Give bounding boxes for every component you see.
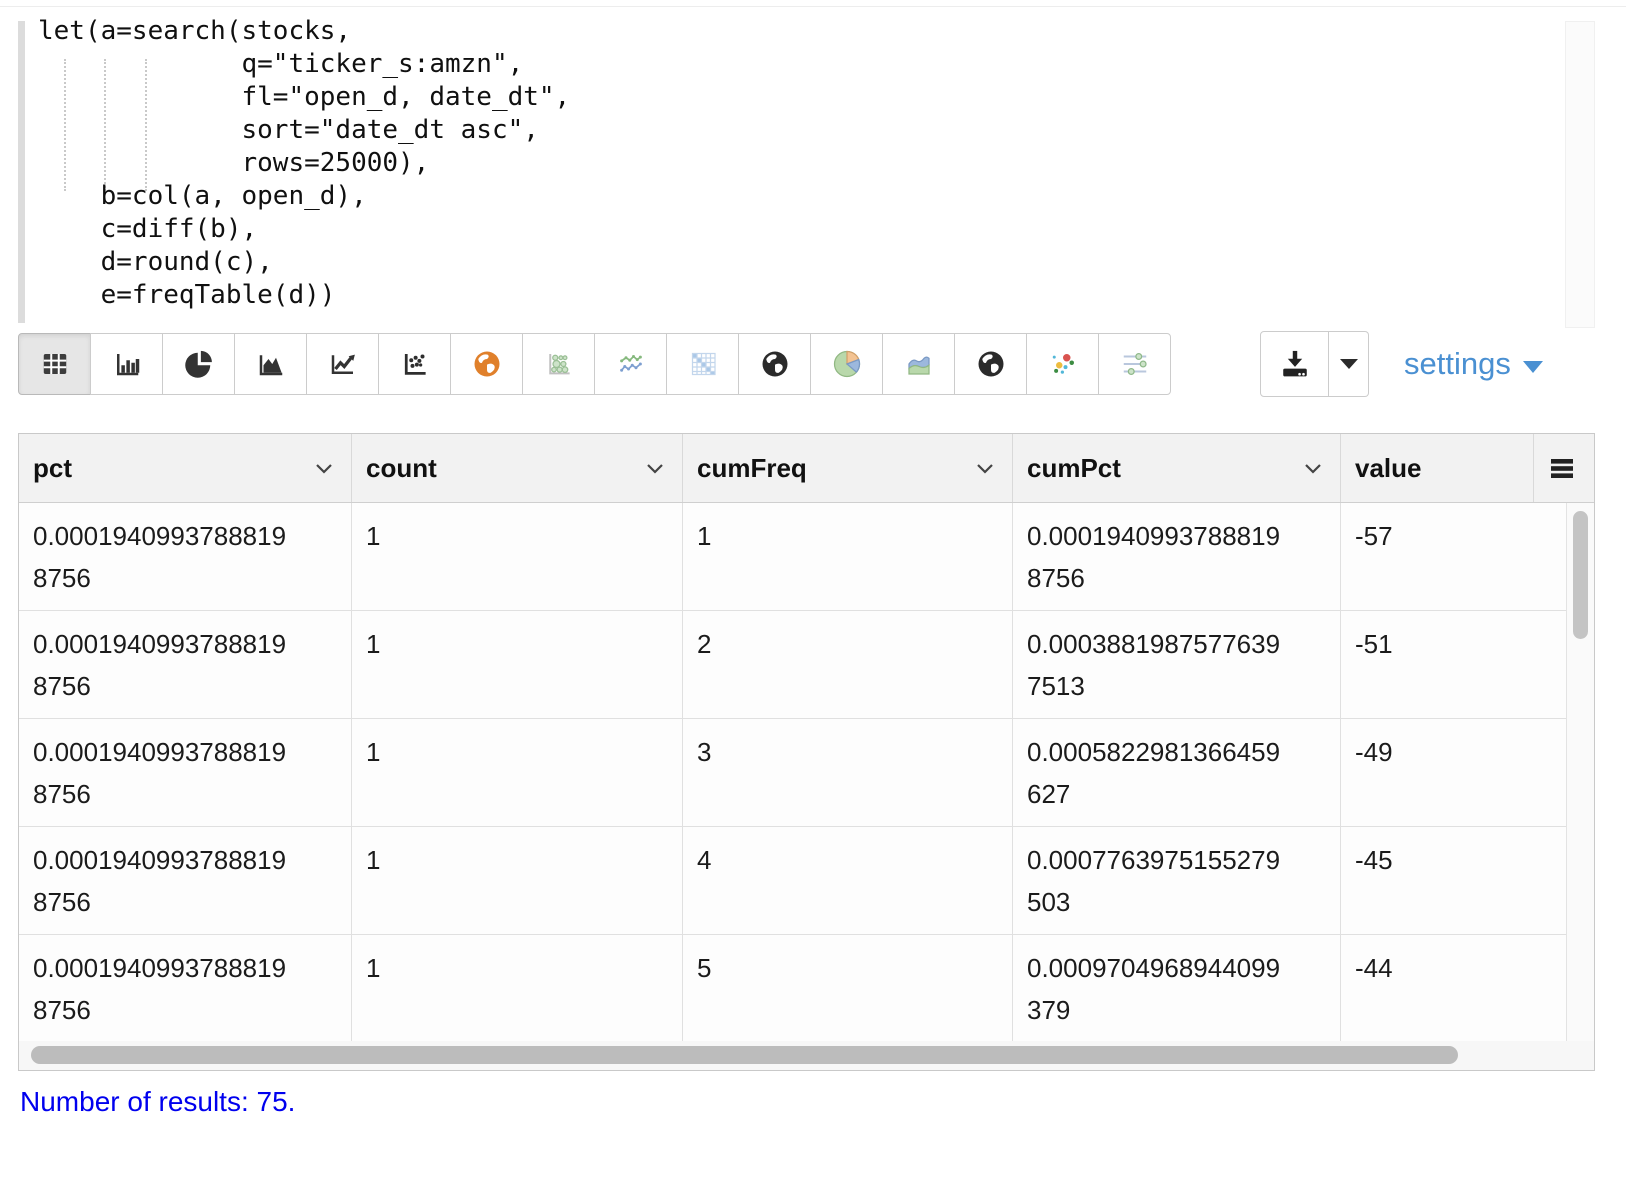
- cell-cumpct: 0.0005822981366459627: [1013, 719, 1341, 826]
- area-chart-button[interactable]: [234, 333, 307, 395]
- cell-count: 1: [352, 935, 683, 1041]
- table-body: 0.00019409937888198756 1 1 0.00019409937…: [19, 503, 1594, 1041]
- cell-pct: 0.00019409937888198756: [19, 719, 352, 826]
- scatter-colored-button[interactable]: [1026, 333, 1099, 395]
- download-options-button[interactable]: [1329, 331, 1369, 397]
- heatmap-button[interactable]: [666, 333, 739, 395]
- pie-chart-button[interactable]: [162, 333, 235, 395]
- editor-scrollbar-track[interactable]: [1565, 21, 1595, 328]
- bubble-chart-icon: [543, 349, 575, 379]
- area-chart-pastel-button[interactable]: [882, 333, 955, 395]
- vertical-scrollbar-thumb[interactable]: [1573, 511, 1588, 639]
- settings-toggle[interactable]: settings: [1404, 344, 1543, 384]
- column-label: count: [366, 453, 437, 484]
- cell-cumfreq: 4: [683, 827, 1013, 934]
- cell-cumfreq: 2: [683, 611, 1013, 718]
- download-split-button: [1260, 331, 1369, 397]
- bar-chart-button[interactable]: [90, 333, 163, 395]
- table-row: 0.00019409937888198756 1 3 0.00058229813…: [19, 719, 1594, 827]
- column-header-count[interactable]: count: [352, 434, 683, 502]
- column-header-cumfreq[interactable]: cumFreq: [683, 434, 1013, 502]
- column-label: cumPct: [1027, 453, 1121, 484]
- code-editor[interactable]: let(a=search(stocks, q="ticker_s:amzn", …: [0, 6, 1626, 325]
- levels-icon: [1119, 349, 1151, 379]
- line-chart-icon: [327, 349, 359, 379]
- multi-line-chart-icon: [615, 349, 647, 379]
- cell-value: -45: [1341, 827, 1566, 934]
- heatmap-icon: [687, 349, 719, 379]
- cell-cumfreq: 5: [683, 935, 1013, 1041]
- globe-dark-icon: [975, 349, 1007, 379]
- horizontal-scrollbar-thumb[interactable]: [31, 1046, 1458, 1064]
- column-header-pct[interactable]: pct: [19, 434, 352, 502]
- bubble-chart-button[interactable]: [522, 333, 595, 395]
- cell-count: 1: [352, 611, 683, 718]
- area-chart-icon: [255, 349, 287, 379]
- scatter-plot-icon: [399, 349, 431, 379]
- cell-cumpct: 0.0007763975155279503: [1013, 827, 1341, 934]
- chevron-down-icon[interactable]: [315, 463, 333, 474]
- cell-pct: 0.00019409937888198756: [19, 935, 352, 1041]
- settings-caret-icon: [1523, 361, 1543, 373]
- results-table: pct count cumFreq cumPct value 0.0: [18, 433, 1595, 1071]
- area-chart-pastel-icon: [903, 349, 935, 379]
- cell-cumfreq: 1: [683, 503, 1013, 610]
- settings-label: settings: [1404, 346, 1511, 382]
- scatter-plot-button[interactable]: [378, 333, 451, 395]
- download-icon: [1278, 347, 1312, 381]
- column-label: cumFreq: [697, 453, 807, 484]
- cell-count: 1: [352, 719, 683, 826]
- cell-count: 1: [352, 827, 683, 934]
- levels-button[interactable]: [1098, 333, 1171, 395]
- cell-value: -49: [1341, 719, 1566, 826]
- cell-count: 1: [352, 503, 683, 610]
- table-icon: [39, 349, 71, 379]
- pie-chart-icon: [183, 349, 215, 379]
- chevron-down-icon[interactable]: [1304, 463, 1322, 474]
- table-header-row: pct count cumFreq cumPct value: [19, 434, 1594, 503]
- scatter-colored-icon: [1047, 349, 1079, 379]
- map-button-orange[interactable]: [450, 333, 523, 395]
- chevron-down-icon[interactable]: [976, 463, 994, 474]
- column-label: value: [1355, 453, 1422, 484]
- table-row: 0.00019409937888198756 1 4 0.00077639751…: [19, 827, 1594, 935]
- code-text[interactable]: let(a=search(stocks, q="ticker_s:amzn", …: [38, 15, 570, 312]
- pie-chart-pastel-icon: [831, 349, 863, 379]
- cell-cumpct: 0.0009704968944099379: [1013, 935, 1341, 1041]
- cell-pct: 0.00019409937888198756: [19, 827, 352, 934]
- table-row: 0.00019409937888198756 1 2 0.00038819875…: [19, 611, 1594, 719]
- bar-chart-icon: [111, 349, 143, 379]
- hamburger-menu-icon: [1548, 456, 1576, 481]
- table-row: 0.00019409937888198756 1 1 0.00019409937…: [19, 503, 1594, 611]
- visualization-toolbar: [18, 333, 1171, 395]
- cell-value: -51: [1341, 611, 1566, 718]
- cell-pct: 0.00019409937888198756: [19, 611, 352, 718]
- download-button[interactable]: [1260, 331, 1329, 397]
- table-menu-button[interactable]: [1534, 434, 1594, 502]
- pie-chart-pastel-button[interactable]: [810, 333, 883, 395]
- globe-orange-icon: [471, 349, 503, 379]
- vertical-scrollbar-track[interactable]: [1566, 503, 1594, 1041]
- column-header-cumpct[interactable]: cumPct: [1013, 434, 1341, 502]
- caret-down-icon: [1340, 359, 1358, 369]
- chevron-down-icon[interactable]: [646, 463, 664, 474]
- globe-dark-button-1[interactable]: [738, 333, 811, 395]
- column-header-value[interactable]: value: [1341, 434, 1534, 502]
- multi-line-chart-button[interactable]: [594, 333, 667, 395]
- globe-dark-button-2[interactable]: [954, 333, 1027, 395]
- cell-cumpct: 0.00038819875776397513: [1013, 611, 1341, 718]
- cell-value: -57: [1341, 503, 1566, 610]
- results-count-text: Number of results: 75.: [20, 1086, 295, 1118]
- table-row: 0.00019409937888198756 1 5 0.00097049689…: [19, 935, 1594, 1041]
- cell-cumpct: 0.00019409937888198756: [1013, 503, 1341, 610]
- cell-cumfreq: 3: [683, 719, 1013, 826]
- cell-value: -44: [1341, 935, 1566, 1041]
- horizontal-scrollbar-track[interactable]: [19, 1041, 1594, 1070]
- line-chart-button[interactable]: [306, 333, 379, 395]
- editor-gutter-bar: [18, 21, 25, 323]
- globe-dark-icon: [759, 349, 791, 379]
- cell-pct: 0.00019409937888198756: [19, 503, 352, 610]
- column-label: pct: [33, 453, 72, 484]
- table-view-button[interactable]: [18, 333, 91, 395]
